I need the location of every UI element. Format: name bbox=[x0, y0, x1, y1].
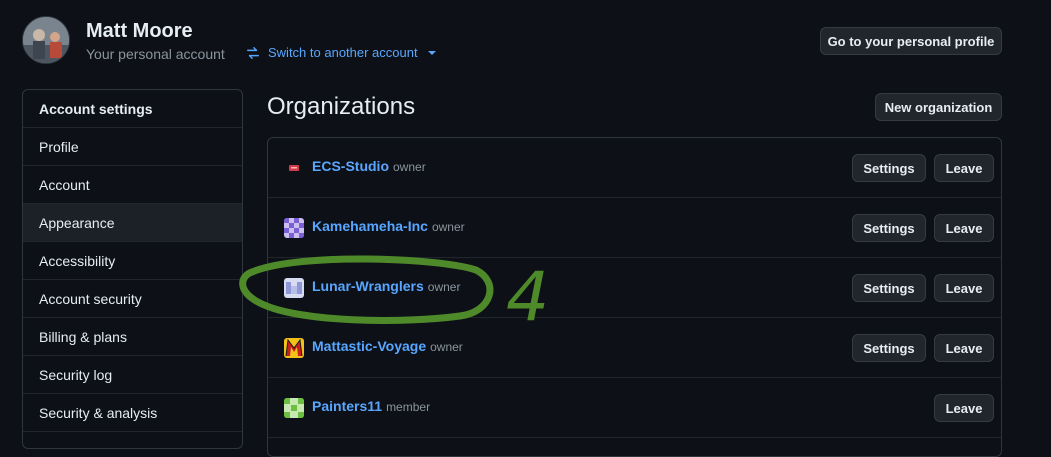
sidebar-item-account[interactable]: Account bbox=[23, 166, 242, 204]
org-settings-button[interactable]: Settings bbox=[852, 334, 926, 362]
org-settings-button[interactable]: Settings bbox=[852, 214, 926, 242]
sidebar-item-profile[interactable]: Profile bbox=[23, 128, 242, 166]
switch-account-label: Switch to another account bbox=[268, 45, 418, 60]
switch-account-link[interactable]: Switch to another account bbox=[246, 45, 436, 60]
org-leave-button[interactable]: Leave bbox=[934, 214, 994, 242]
org-settings-button[interactable]: Settings bbox=[852, 274, 926, 302]
org-settings-button[interactable]: Settings bbox=[852, 154, 926, 182]
org-name: Painters11 bbox=[312, 398, 383, 414]
org-role: owner bbox=[393, 160, 426, 174]
org-row: Painters11 member Leave bbox=[268, 378, 1001, 438]
new-organization-button[interactable]: New organization bbox=[875, 93, 1002, 121]
settings-sidebar: Account settings Profile Account Appeara… bbox=[22, 89, 243, 449]
sidebar-heading: Account settings bbox=[23, 90, 242, 128]
org-row: Kamehameha-Inc owner Settings Leave bbox=[268, 198, 1001, 258]
arrow-switch-icon bbox=[247, 46, 259, 59]
org-name: Mattastic-Voyage bbox=[312, 338, 427, 354]
org-role: owner bbox=[431, 220, 465, 234]
org-avatar[interactable] bbox=[284, 398, 304, 418]
org-leave-button[interactable]: Leave bbox=[934, 274, 994, 302]
org-row: ECS-Studio owner Settings Leave bbox=[268, 138, 1001, 198]
org-name-link[interactable]: Kamehameha-Inc owner bbox=[312, 218, 465, 234]
org-avatar[interactable] bbox=[284, 338, 304, 358]
sidebar-item-appearance[interactable]: Appearance bbox=[23, 204, 242, 242]
account-header: Matt Moore Your personal account Switch … bbox=[22, 16, 1002, 68]
org-name-link[interactable]: Lunar-Wranglers owner bbox=[312, 278, 460, 294]
org-row: Lunar-Wranglers owner Settings Leave bbox=[268, 258, 1001, 318]
org-name: Lunar-Wranglers bbox=[312, 278, 424, 294]
org-role: member bbox=[386, 400, 431, 414]
org-avatar[interactable] bbox=[284, 158, 304, 178]
org-name-link[interactable]: Mattastic-Voyage owner bbox=[312, 338, 463, 354]
org-name-link[interactable]: ECS-Studio owner bbox=[312, 158, 426, 174]
page-title: Organizations bbox=[267, 93, 416, 120]
org-leave-button[interactable]: Leave bbox=[934, 334, 994, 362]
org-name: Kamehameha-Inc bbox=[312, 218, 428, 234]
sidebar-item-billing[interactable]: Billing & plans bbox=[23, 318, 242, 356]
org-name-link[interactable]: Painters11 member bbox=[312, 398, 430, 414]
org-role: owner bbox=[427, 280, 461, 294]
caret-down-icon bbox=[427, 50, 436, 55]
go-to-profile-button[interactable]: Go to your personal profile bbox=[820, 27, 1002, 55]
org-leave-button[interactable]: Leave bbox=[934, 154, 994, 182]
sidebar-item-accessibility[interactable]: Accessibility bbox=[23, 242, 242, 280]
org-leave-button[interactable]: Leave bbox=[934, 394, 994, 422]
org-role: owner bbox=[430, 340, 463, 354]
user-avatar[interactable] bbox=[22, 16, 70, 64]
organizations-list: ECS-Studio owner Settings Leave Kamehameh… bbox=[267, 137, 1002, 457]
sidebar-item-security-analysis[interactable]: Security & analysis bbox=[23, 394, 242, 432]
org-avatar[interactable] bbox=[284, 278, 304, 298]
org-row: Mattastic-Voyage owner Settings Leave bbox=[268, 318, 1001, 378]
org-avatar[interactable] bbox=[284, 218, 304, 238]
account-subtitle: Your personal account bbox=[86, 46, 225, 62]
user-name: Matt Moore bbox=[86, 20, 193, 42]
org-name: ECS-Studio bbox=[312, 158, 389, 174]
sidebar-item-security-log[interactable]: Security log bbox=[23, 356, 242, 394]
sidebar-item-account-security[interactable]: Account security bbox=[23, 280, 242, 318]
